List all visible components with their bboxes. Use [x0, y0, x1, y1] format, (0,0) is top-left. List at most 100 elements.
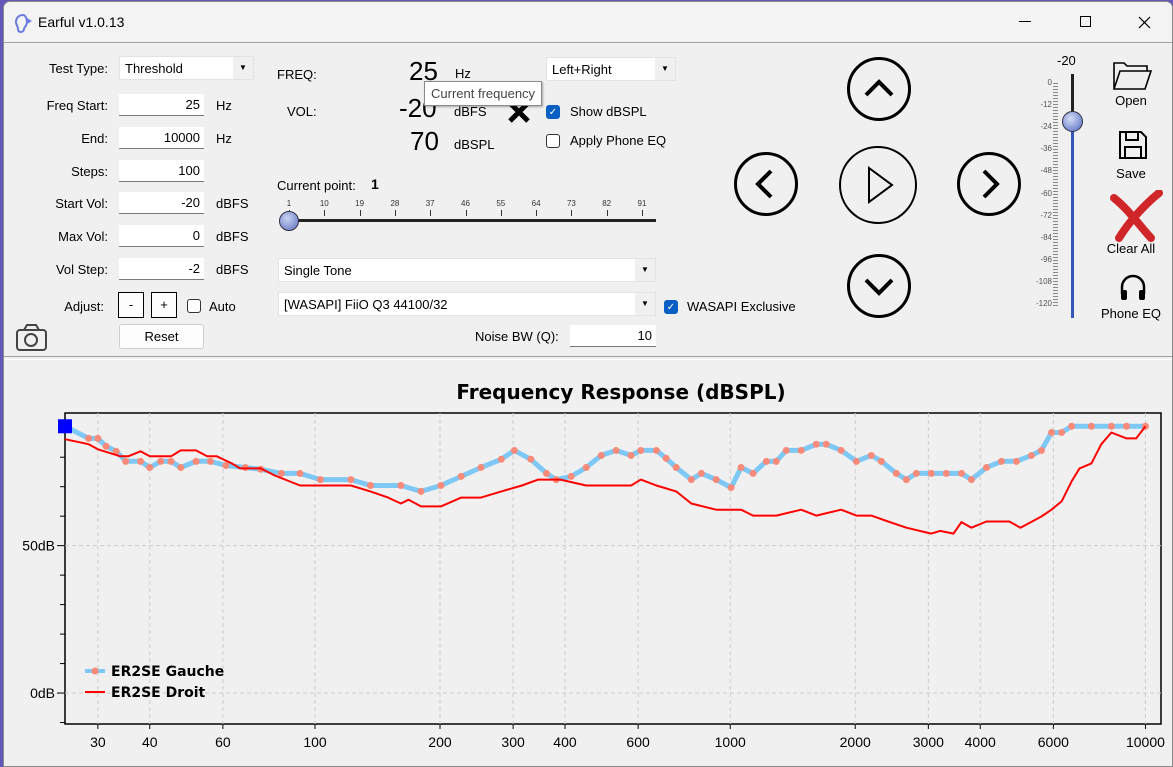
open-folder-icon[interactable]	[1111, 59, 1153, 93]
volume-scale-label: -12	[1040, 100, 1052, 110]
freq-start-input[interactable]: 25	[119, 94, 204, 116]
camera-icon[interactable]	[15, 323, 48, 352]
volume-up-button[interactable]	[847, 57, 911, 121]
play-button[interactable]	[839, 146, 917, 224]
test-type-value: Threshold	[125, 61, 183, 76]
point-tick-label: 10	[319, 199, 329, 208]
current-point-value: 1	[371, 176, 379, 192]
channel-select[interactable]: Left+Right ▼	[546, 57, 676, 81]
test-type-select[interactable]: Threshold ▼	[119, 56, 254, 80]
data-point	[1107, 422, 1115, 430]
max-vol-input[interactable]: 0	[119, 225, 204, 247]
noise-bw-label: Noise BW (Q):	[475, 329, 559, 344]
volume-slider-track-lower[interactable]	[1071, 122, 1074, 318]
end-unit: Hz	[216, 131, 232, 146]
data-point	[457, 472, 465, 480]
point-slider-track[interactable]	[286, 219, 656, 222]
x-tick-label: 40	[142, 734, 158, 750]
chevron-up-icon	[864, 79, 894, 97]
volume-scale-label: -108	[1035, 276, 1052, 286]
device-select[interactable]: [WASAPI] FiiO Q3 44100/32 ▼	[278, 292, 656, 316]
data-point	[712, 476, 720, 484]
close-icon[interactable]	[1138, 16, 1151, 29]
data-point	[597, 451, 605, 459]
steps-label: Steps:	[71, 164, 108, 179]
start-vol-unit: dBFS	[216, 196, 249, 211]
start-vol-input[interactable]: -20	[119, 192, 204, 214]
data-point	[510, 446, 518, 454]
steps-input[interactable]: 100	[119, 160, 204, 182]
point-tick-mark	[606, 210, 608, 216]
play-icon	[868, 166, 894, 204]
point-slider-thumb[interactable]	[279, 211, 299, 231]
data-point	[662, 454, 670, 462]
data-point	[1068, 422, 1076, 430]
data-point	[997, 457, 1005, 465]
volume-scale-label: 0	[1047, 78, 1052, 87]
end-input[interactable]: 10000	[119, 127, 204, 149]
signal-type-select[interactable]: Single Tone ▼	[278, 258, 656, 282]
data-point	[812, 440, 820, 448]
data-point	[762, 457, 770, 465]
clear-all-button-label[interactable]: Clear All	[1096, 241, 1166, 256]
minimize-icon[interactable]	[1019, 21, 1031, 22]
data-point	[627, 451, 635, 459]
data-point	[672, 464, 680, 472]
adjust-minus-button[interactable]: -	[118, 292, 144, 318]
app-window: Earful v1.0.13 Test Type: Threshold ▼ Fre…	[3, 1, 1173, 767]
data-point	[85, 434, 93, 442]
phone-eq-button-label[interactable]: Phone EQ	[1096, 306, 1166, 321]
data-point	[192, 457, 200, 465]
max-vol-unit: dBFS	[216, 229, 249, 244]
point-tick-label: 28	[390, 199, 400, 208]
previous-button[interactable]	[734, 152, 798, 216]
volume-down-button[interactable]	[847, 254, 911, 318]
data-point	[982, 464, 990, 472]
x-tick-label: 30	[90, 734, 106, 750]
wasapi-exclusive-checkbox[interactable]: ✓	[664, 300, 678, 314]
chevron-down-icon: ▼	[233, 57, 253, 79]
apply-phone-eq-checkbox[interactable]	[546, 134, 560, 148]
chevron-right-icon	[982, 169, 1000, 199]
show-dbspl-checkbox[interactable]: ✓	[546, 105, 560, 119]
vol-step-input[interactable]: -2	[119, 258, 204, 280]
adjust-plus-button[interactable]: +	[151, 292, 177, 318]
data-point	[157, 457, 165, 465]
volume-slider-value: -20	[1057, 53, 1076, 68]
legend-label: ER2SE Gauche	[111, 664, 224, 680]
volume-scale-label: -48	[1040, 166, 1052, 176]
current-point-label: Current point:	[277, 178, 356, 193]
next-button[interactable]	[957, 152, 1021, 216]
reset-button[interactable]: Reset	[119, 324, 204, 349]
point-tick-label: 19	[355, 199, 365, 208]
save-disk-icon[interactable]	[1118, 130, 1148, 160]
auto-checkbox[interactable]	[187, 299, 201, 313]
noise-bw-input[interactable]: 10	[570, 325, 656, 347]
data-point	[797, 446, 805, 454]
open-button-label[interactable]: Open	[1096, 93, 1166, 108]
x-tick-label: 2000	[840, 734, 871, 750]
data-point	[892, 469, 900, 477]
frequency-response-chart: Frequency Response (dBSPL) 30 40 60 100 200 30…	[22, 380, 1165, 750]
current-point-marker	[58, 419, 72, 434]
data-point	[296, 469, 304, 477]
clear-all-x-icon[interactable]	[1109, 190, 1163, 242]
volume-scale-label: -96	[1040, 254, 1052, 264]
title-bar: Earful v1.0.13	[4, 2, 1172, 43]
point-tick-label: 1	[286, 199, 292, 208]
volume-slider-thumb[interactable]	[1062, 111, 1083, 132]
data-point	[652, 446, 660, 454]
headphones-icon[interactable]	[1118, 272, 1148, 302]
data-point	[637, 446, 645, 454]
splitter[interactable]	[4, 356, 1172, 360]
data-point	[177, 464, 185, 472]
volume-slider-ticks	[1053, 83, 1058, 308]
maximize-icon[interactable]	[1080, 16, 1091, 27]
data-point	[927, 469, 935, 477]
data-point	[316, 476, 324, 484]
data-point	[397, 482, 405, 490]
point-tick-mark	[571, 210, 573, 216]
point-tick-label: 64	[531, 199, 541, 208]
chart-title: Frequency Response (dBSPL)	[456, 380, 785, 404]
save-button-label[interactable]: Save	[1096, 166, 1166, 181]
